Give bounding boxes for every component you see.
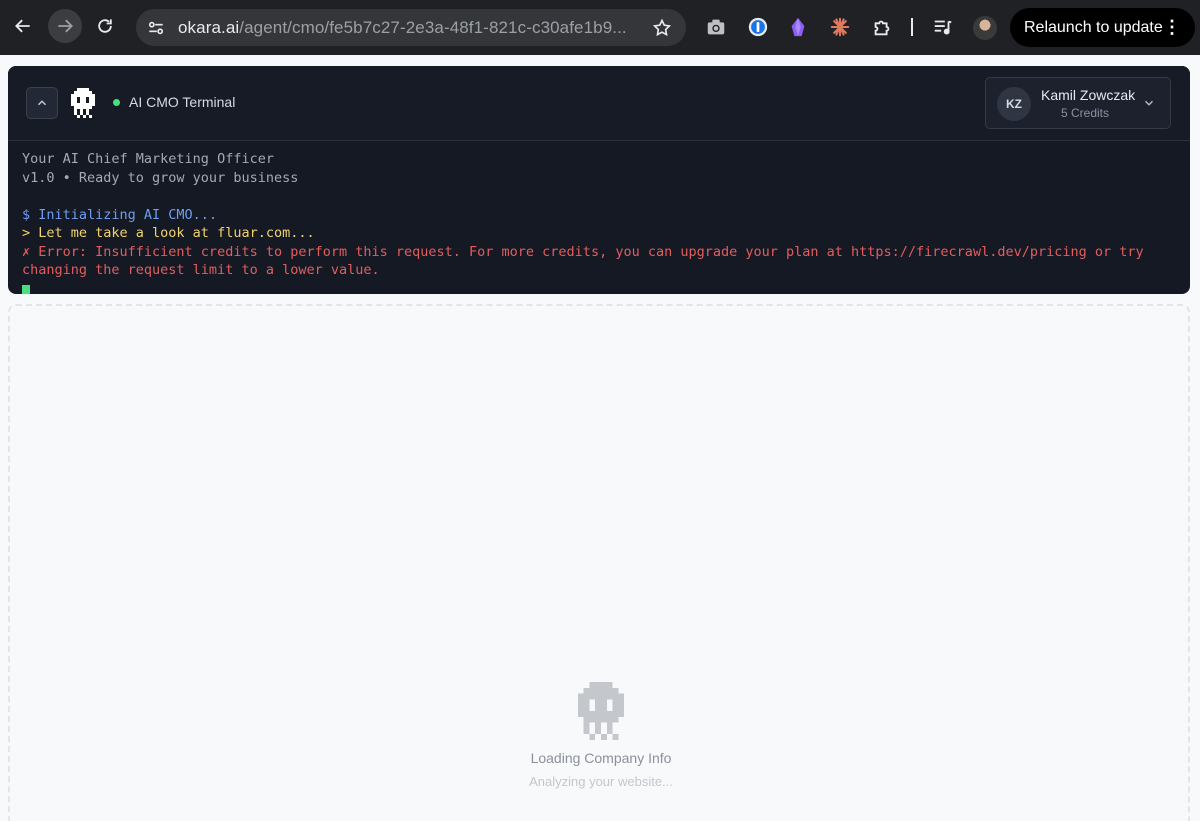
terminal-line-heading: Your AI Chief Marketing Officer — [22, 151, 274, 167]
chevron-down-icon — [1145, 100, 1153, 106]
skull-mascot-icon — [577, 682, 625, 740]
status-indicator — [113, 99, 120, 106]
relaunch-label: Relaunch to update — [1024, 18, 1163, 36]
url-host: okara.ai — [178, 18, 240, 37]
password-manager-icon[interactable] — [746, 15, 770, 39]
skull-mascot-icon — [71, 88, 95, 118]
terminal-line-version: v1.0 • Ready to grow your business — [22, 169, 299, 186]
bookmark-star-icon[interactable] — [652, 18, 672, 38]
reload-icon — [98, 19, 112, 33]
terminal-panel: AI CMO Terminal KZ Kamil Zowczak 5 Credi… — [8, 66, 1190, 294]
user-menu[interactable]: KZ Kamil Zowczak 5 Credits — [985, 77, 1171, 129]
terminal-line-init: $ Initializing AI CMO... — [22, 206, 218, 223]
forward-button[interactable] — [48, 9, 82, 43]
loading-subtitle: Analyzing your website... — [529, 774, 673, 789]
back-button[interactable] — [7, 10, 39, 42]
terminal-cursor — [22, 284, 30, 294]
puzzle-icon[interactable] — [870, 15, 894, 39]
more-menu-icon[interactable]: ⋮ — [1163, 17, 1181, 37]
media-queue-icon[interactable] — [931, 15, 955, 39]
camera-icon[interactable] — [704, 15, 728, 39]
chevron-up-icon — [38, 100, 46, 106]
avatar: KZ — [997, 87, 1031, 121]
profile-avatar[interactable] — [973, 16, 997, 40]
loading-title: Loading Company Info — [530, 750, 672, 766]
address-bar[interactable]: okara.ai/agent/cmo/fe5b7c27-2e3a-48f1-82… — [136, 9, 686, 46]
collapse-button[interactable] — [26, 87, 58, 119]
arrow-left-icon — [15, 19, 30, 33]
credits-count: 5 Credits — [1060, 106, 1110, 120]
terminal-output: Your AI Chief Marketing Officer v1.0 • R… — [22, 150, 1182, 294]
terminal-line-error: ✗ Error: Insufficient credits to perform… — [22, 243, 1152, 279]
terminal-line-look: > Let me take a look at fluar.com... — [22, 225, 315, 241]
toolbar-divider — [911, 18, 913, 36]
asterisk-icon[interactable] — [828, 15, 852, 39]
arrow-right-icon — [58, 19, 73, 33]
site-settings-icon[interactable] — [146, 18, 166, 38]
browser-toolbar: okara.ai/agent/cmo/fe5b7c27-2e3a-48f1-82… — [0, 0, 1200, 55]
terminal-title: AI CMO Terminal — [129, 94, 236, 110]
relaunch-button[interactable]: Relaunch to update ⋮ — [1010, 8, 1195, 47]
url-text[interactable]: okara.ai/agent/cmo/fe5b7c27-2e3a-48f1-82… — [178, 18, 627, 38]
user-name: Kamil Zowczak — [1041, 87, 1136, 103]
crystal-icon[interactable] — [786, 15, 810, 39]
reload-button[interactable] — [89, 10, 121, 42]
company-info-panel: Loading Company Info Analyzing your webs… — [8, 304, 1190, 821]
url-path: /agent/cmo/fe5b7c27-2e3a-48f1-821c-c30af… — [239, 18, 627, 37]
terminal-header: AI CMO Terminal KZ Kamil Zowczak 5 Credi… — [8, 66, 1190, 141]
